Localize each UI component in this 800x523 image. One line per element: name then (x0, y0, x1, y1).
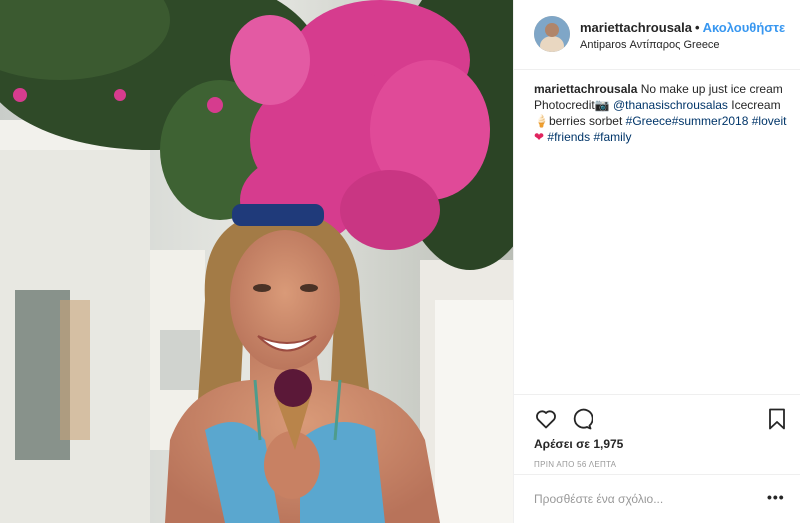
caption-text: Icecream (727, 98, 781, 112)
more-options-button[interactable]: ••• (767, 489, 785, 505)
mention-link[interactable]: @thanasischrousalas (613, 98, 728, 112)
post-photo[interactable] (0, 0, 513, 523)
post-header-line: mariettachrousala • Ακολουθήστε (580, 20, 785, 35)
caption-username[interactable]: mariettachrousala (534, 82, 637, 96)
comment-button[interactable] (569, 407, 594, 431)
header-separator: • (695, 20, 700, 35)
author-username[interactable]: mariettachrousala (580, 20, 692, 35)
post-sidebar: mariettachrousala • Ακολουθήστε Antiparos … (513, 0, 800, 523)
follow-button[interactable]: Ακολουθήστε (703, 20, 786, 35)
hashtag-family[interactable]: #family (593, 130, 631, 144)
hashtag-friends[interactable]: #friends (547, 130, 590, 144)
icecream-emoji: 🍦 (534, 114, 549, 128)
heart-emoji: ❤ (534, 130, 545, 144)
instagram-post: mariettachrousala • Ακολουθήστε Antiparos … (0, 0, 800, 523)
avatar[interactable] (534, 16, 570, 52)
comment-box: ••• (514, 474, 800, 523)
post-timestamp[interactable]: ΠΡΙΝ ΑΠΟ 56 ΛΕΠΤΑ (534, 460, 616, 469)
caption-text: berries sorbet (548, 114, 626, 128)
hashtag-greece[interactable]: #Greece (626, 114, 672, 128)
location-link[interactable]: Antiparos Αντίπαρος Greece (580, 39, 720, 51)
photo-illustration (0, 0, 513, 523)
post-header: mariettachrousala • Ακολουθήστε Antiparos … (514, 0, 800, 70)
hashtag-summer2018[interactable]: #summer2018 (672, 114, 749, 128)
like-button[interactable] (534, 407, 558, 431)
bookmark-icon (769, 408, 785, 430)
avatar-image (534, 16, 570, 52)
comment-icon (573, 408, 594, 430)
post-caption: mariettachrousala No make up just ice cr… (534, 81, 789, 145)
hashtag-loveit[interactable]: #loveit (752, 114, 787, 128)
likes-count[interactable]: Αρέσει σε 1,975 (534, 437, 623, 451)
post-actions (514, 394, 800, 431)
save-button[interactable] (765, 407, 789, 431)
camera-emoji: 📷 (594, 98, 610, 112)
heart-icon (536, 410, 556, 429)
comment-input[interactable] (534, 489, 749, 509)
